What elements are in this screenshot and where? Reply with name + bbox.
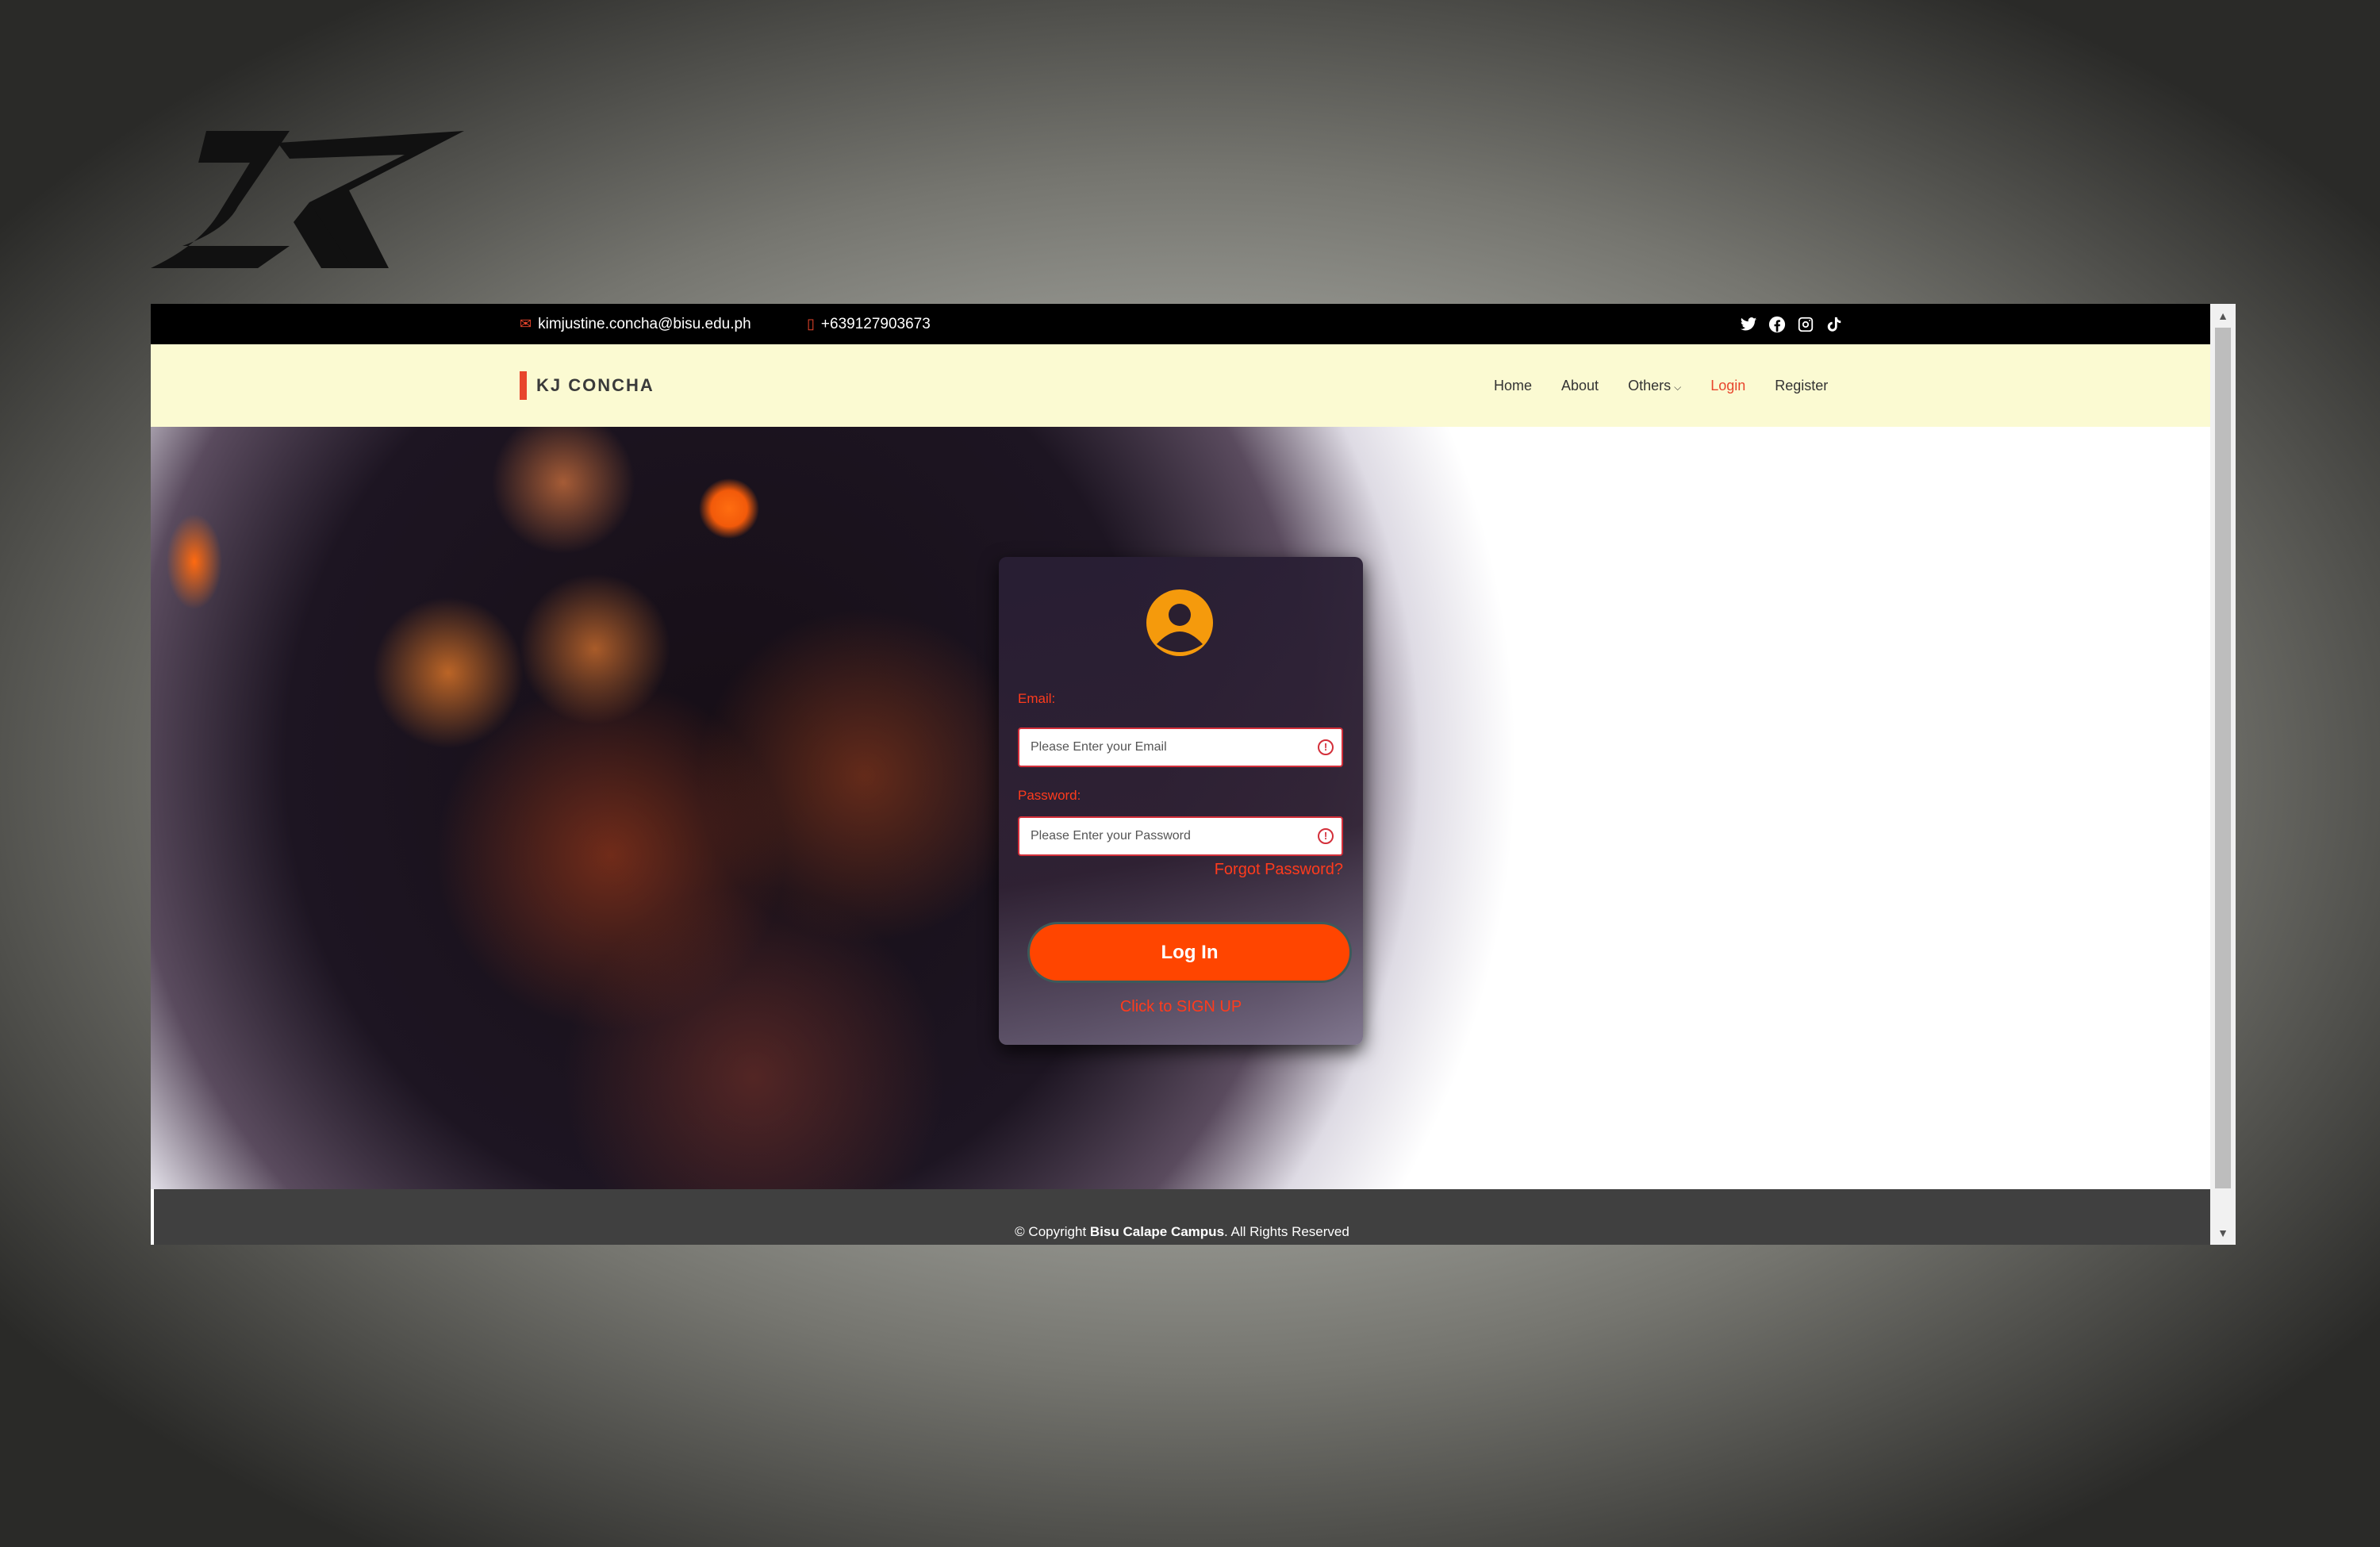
signup-link[interactable]: Click to SIGN UP [999, 998, 1363, 1016]
brand-name: KJ CONCHA [536, 375, 654, 395]
warning-icon: ! [1318, 828, 1334, 844]
hero-background: Email: ! Password: ! Forgot Password? Lo… [151, 427, 2210, 1189]
nav-others-label: Others [1628, 377, 1672, 393]
brand-logo[interactable]: KJ CONCHA [520, 371, 654, 400]
forgot-password-link[interactable]: Forgot Password? [1215, 861, 1343, 879]
chevron-down-icon: ⌵ [1674, 381, 1682, 393]
social-links [1740, 304, 1843, 344]
footer: © Copyright Bisu Calape Campus. All Righ… [154, 1189, 2210, 1245]
twitter-icon[interactable] [1740, 316, 1757, 333]
scrollbar-thumb[interactable] [2215, 328, 2231, 1188]
jk-logo [151, 131, 464, 268]
password-label: Password: [1018, 788, 1081, 803]
nav-home[interactable]: Home [1494, 378, 1532, 394]
copyright-suffix: . All Rights Reserved [1224, 1224, 1349, 1239]
user-avatar-icon [1146, 589, 1213, 656]
email-field[interactable] [1019, 729, 1313, 766]
password-field[interactable] [1019, 818, 1313, 854]
top-contact-bar: ✉ kimjustine.concha@bisu.edu.ph ▯ +63912… [151, 304, 2210, 344]
envelope-icon: ✉ [520, 316, 532, 332]
instagram-icon[interactable] [1797, 316, 1814, 333]
phone-icon: ▯ [807, 316, 815, 332]
copyright-org: Bisu Calape Campus [1089, 1224, 1225, 1239]
email-label: Email: [1018, 691, 1056, 706]
tiktok-icon[interactable] [1825, 316, 1843, 333]
login-card: Email: ! Password: ! Forgot Password? Lo… [999, 557, 1363, 1045]
contact-phone[interactable]: ▯ +639127903673 [807, 304, 931, 344]
copyright-prefix: © Copyright [1015, 1224, 1087, 1239]
brand-accent-bar [520, 371, 527, 400]
nav-menu: Home About Others ⌵ Login Register [1494, 344, 1828, 427]
vertical-scrollbar[interactable]: ▲ ▼ [2210, 304, 2236, 1245]
nav-others[interactable]: Others ⌵ [1628, 378, 1681, 394]
email-text: kimjustine.concha@bisu.edu.ph [538, 315, 751, 332]
phone-text: +639127903673 [820, 315, 931, 332]
password-field-wrapper: ! [1018, 816, 1343, 856]
nav-login[interactable]: Login [1710, 378, 1745, 394]
browser-window: ✉ kimjustine.concha@bisu.edu.ph ▯ +63912… [151, 304, 2236, 1245]
navbar: KJ CONCHA Home About Others ⌵ Login Regis… [151, 344, 2210, 427]
scroll-up-arrow-icon[interactable]: ▲ [2210, 304, 2236, 328]
scroll-down-arrow-icon[interactable]: ▼ [2210, 1221, 2236, 1245]
email-field-wrapper: ! [1018, 727, 1343, 767]
facebook-icon[interactable] [1768, 316, 1786, 333]
nav-about[interactable]: About [1561, 378, 1599, 394]
copyright-text: © Copyright Bisu Calape Campus. All Righ… [154, 1224, 2210, 1240]
login-button[interactable]: Log In [1027, 922, 1352, 983]
warning-icon: ! [1318, 739, 1334, 755]
nav-register[interactable]: Register [1775, 378, 1828, 394]
contact-email[interactable]: ✉ kimjustine.concha@bisu.edu.ph [520, 304, 751, 344]
